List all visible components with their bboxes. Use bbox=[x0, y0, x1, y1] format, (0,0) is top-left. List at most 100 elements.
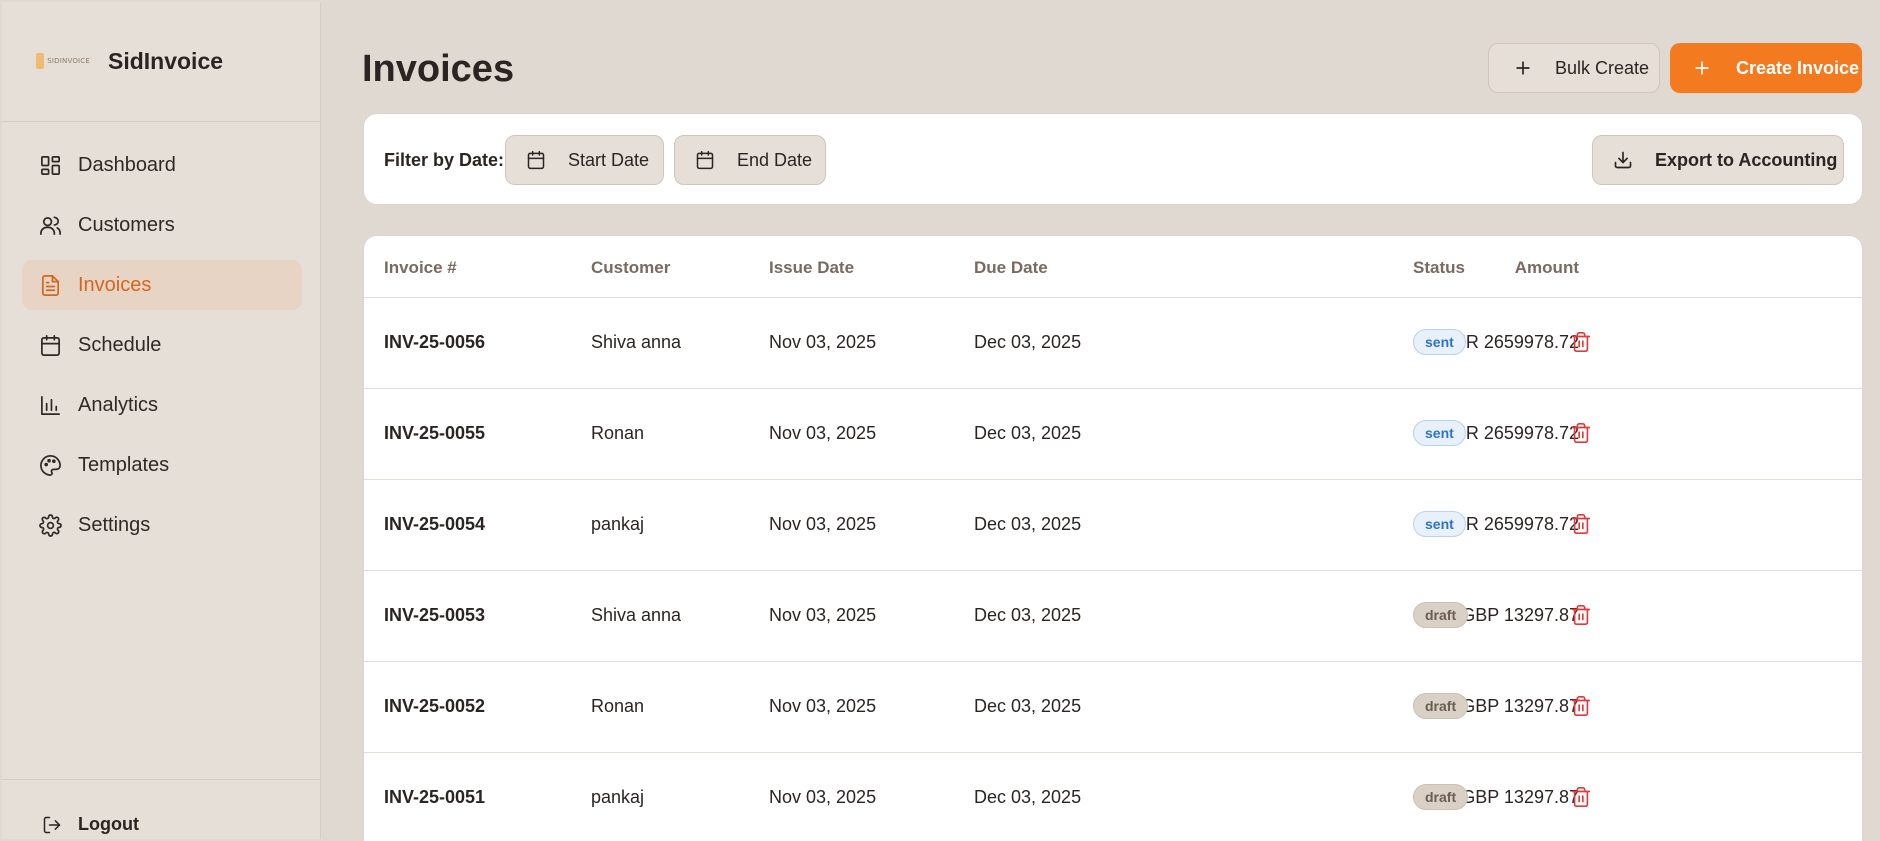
column-header-customer[interactable]: Customer bbox=[591, 258, 670, 278]
sidebar-item-dashboard[interactable]: Dashboard bbox=[22, 140, 302, 190]
due-date: Dec 03, 2025 bbox=[974, 605, 1082, 625]
customer-name: pankaj bbox=[591, 787, 645, 807]
dashboard-icon bbox=[38, 153, 62, 177]
export-to-accounting-button[interactable]: Export to Accounting bbox=[1592, 135, 1844, 185]
status-badge: sent bbox=[1413, 511, 1466, 537]
table-header: Invoice # Customer Issue Date Due Date A… bbox=[364, 236, 1862, 298]
sidebar-item-label: Dashboard bbox=[78, 153, 176, 176]
trash-icon bbox=[1571, 787, 1591, 807]
sidebar-item-label: Schedule bbox=[78, 333, 162, 356]
create-invoice-label: Create Invoice bbox=[1736, 57, 1860, 78]
invoice-number[interactable]: INV-25-0052 bbox=[384, 696, 485, 717]
delete-button[interactable] bbox=[1570, 695, 1594, 719]
bulk-create-label: Bulk Create bbox=[1555, 57, 1650, 78]
invoice-number[interactable]: INV-25-0053 bbox=[384, 605, 485, 626]
sidebar-item-customers[interactable]: Customers bbox=[22, 200, 302, 250]
trash-icon bbox=[1571, 605, 1591, 625]
table-row[interactable]: INV-25-0055 Ronan Nov 03, 2025 Dec 03, 2… bbox=[364, 389, 1862, 480]
end-date-button[interactable]: End Date bbox=[674, 135, 826, 185]
customer-name: Ronan bbox=[591, 696, 645, 716]
customer-name: Shiva anna bbox=[591, 332, 682, 352]
sidebar-item-schedule[interactable]: Schedule bbox=[22, 320, 302, 370]
status-badge: sent bbox=[1413, 329, 1466, 355]
sidebar-item-analytics[interactable]: Analytics bbox=[22, 380, 302, 430]
logout-icon bbox=[43, 816, 61, 833]
delete-button[interactable] bbox=[1570, 786, 1594, 810]
trash-icon bbox=[1571, 332, 1591, 352]
issue-date: Nov 03, 2025 bbox=[769, 514, 877, 534]
sidebar-item-label: Settings bbox=[78, 513, 151, 536]
table-row[interactable]: INV-25-0054 pankaj Nov 03, 2025 Dec 03, … bbox=[364, 480, 1862, 571]
column-header-amount[interactable]: Amount bbox=[1515, 258, 1579, 278]
download-icon bbox=[1614, 151, 1632, 169]
trash-icon bbox=[1571, 423, 1591, 443]
amount: INR 2659978.72 bbox=[1447, 423, 1579, 443]
delete-button[interactable] bbox=[1570, 604, 1594, 628]
status-badge: draft bbox=[1413, 784, 1469, 810]
sidebar-bottom-divider bbox=[2, 779, 321, 780]
start-date-label: Start Date bbox=[568, 149, 650, 170]
sidebar-item-label: Customers bbox=[78, 213, 175, 236]
delete-button[interactable] bbox=[1570, 422, 1594, 446]
delete-button[interactable] bbox=[1570, 331, 1594, 355]
invoice-number[interactable]: INV-25-0054 bbox=[384, 514, 485, 535]
create-invoice-button[interactable]: Create Invoice bbox=[1670, 43, 1862, 93]
amount: INR 2659978.72 bbox=[1447, 514, 1579, 534]
due-date: Dec 03, 2025 bbox=[974, 787, 1082, 807]
file-text-icon bbox=[38, 273, 62, 297]
page-title: Invoices bbox=[362, 48, 515, 90]
sidebar-item-invoices[interactable]: Invoices bbox=[22, 260, 302, 310]
sidebar-item-label: Invoices bbox=[78, 273, 152, 296]
column-header-status[interactable]: Status bbox=[1413, 258, 1465, 278]
issue-date: Nov 03, 2025 bbox=[769, 332, 877, 352]
status-badge: sent bbox=[1413, 420, 1466, 446]
plus-icon bbox=[1516, 61, 1530, 75]
filter-label: Filter by Date: bbox=[384, 150, 505, 170]
sidebar-item-settings[interactable]: Settings bbox=[22, 500, 302, 550]
invoice-number[interactable]: INV-25-0055 bbox=[384, 423, 485, 444]
sidebar-divider bbox=[2, 121, 321, 122]
customer-name: pankaj bbox=[591, 514, 645, 534]
sidebar-item-label: Analytics bbox=[78, 393, 159, 416]
table-row[interactable]: INV-25-0053 Shiva anna Nov 03, 2025 Dec … bbox=[364, 571, 1862, 662]
sidebar: SIDINVOICE SidInvoice Dashboard Customer… bbox=[2, 2, 321, 839]
logout-button[interactable]: Logout bbox=[42, 814, 139, 835]
calendar-icon bbox=[527, 150, 545, 170]
users-icon bbox=[38, 213, 62, 237]
logout-label: Logout bbox=[78, 814, 139, 834]
amount: GBP 13297.87 bbox=[1461, 605, 1579, 625]
table-row[interactable]: INV-25-0051 pankaj Nov 03, 2025 Dec 03, … bbox=[364, 753, 1862, 841]
start-date-button[interactable]: Start Date bbox=[505, 135, 664, 185]
sidebar-nav: Dashboard Customers Invoices Schedule An… bbox=[22, 140, 302, 560]
trash-icon bbox=[1571, 696, 1591, 716]
brand[interactable]: SIDINVOICE SidInvoice bbox=[36, 46, 223, 76]
gear-icon bbox=[38, 513, 62, 537]
customer-name: Shiva anna bbox=[591, 605, 682, 625]
table-row[interactable]: INV-25-0056 Shiva anna Nov 03, 2025 Dec … bbox=[364, 298, 1862, 389]
brand-logo-icon: SIDINVOICE bbox=[36, 51, 90, 71]
filter-card: Filter by Date: Start Date End Date Expo… bbox=[363, 113, 1863, 205]
issue-date: Nov 03, 2025 bbox=[769, 787, 877, 807]
bulk-create-button[interactable]: Bulk Create bbox=[1488, 43, 1660, 93]
sidebar-item-templates[interactable]: Templates bbox=[22, 440, 302, 490]
brand-name: SidInvoice bbox=[108, 47, 224, 74]
customer-name: Ronan bbox=[591, 423, 645, 443]
status-badge: draft bbox=[1413, 602, 1469, 628]
export-label: Export to Accounting bbox=[1655, 149, 1838, 170]
invoice-number[interactable]: INV-25-0056 bbox=[384, 332, 485, 353]
column-header-issue-date[interactable]: Issue Date bbox=[769, 258, 854, 278]
issue-date: Nov 03, 2025 bbox=[769, 423, 877, 443]
delete-button[interactable] bbox=[1570, 513, 1594, 537]
amount: INR 2659978.72 bbox=[1447, 332, 1579, 352]
issue-date: Nov 03, 2025 bbox=[769, 696, 877, 716]
column-header-invoice[interactable]: Invoice # bbox=[384, 258, 457, 278]
column-header-due-date[interactable]: Due Date bbox=[974, 258, 1048, 278]
sidebar-item-label: Templates bbox=[78, 453, 170, 476]
palette-icon bbox=[38, 453, 62, 477]
issue-date: Nov 03, 2025 bbox=[769, 605, 877, 625]
table-row[interactable]: INV-25-0052 Ronan Nov 03, 2025 Dec 03, 2… bbox=[364, 662, 1862, 753]
bar-chart-icon bbox=[38, 393, 62, 417]
status-badge: draft bbox=[1413, 693, 1469, 719]
calendar-icon bbox=[38, 333, 62, 357]
invoice-number[interactable]: INV-25-0051 bbox=[384, 787, 485, 808]
